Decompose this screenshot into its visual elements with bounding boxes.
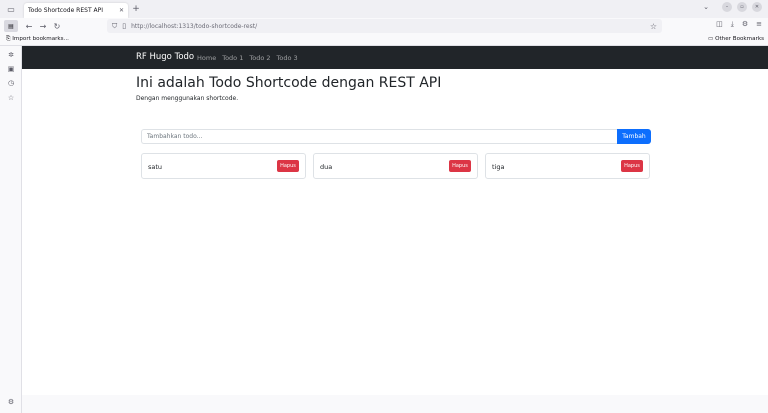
todo-input[interactable] bbox=[141, 129, 617, 144]
menu-icon[interactable]: ≡ bbox=[756, 20, 762, 29]
todo-form: Tambah bbox=[141, 129, 651, 144]
synced-tabs-icon[interactable]: ▣ bbox=[6, 65, 16, 73]
todo-card: dua Hapus bbox=[313, 153, 478, 179]
sidebar-toggle-icon[interactable]: ▤ bbox=[4, 20, 18, 32]
pocket-icon[interactable]: ◫ bbox=[716, 20, 723, 29]
nav-home[interactable]: Home bbox=[197, 54, 216, 62]
url-text[interactable]: http://localhost:1313/todo-shortcode-res… bbox=[131, 23, 650, 30]
todo-label: satu bbox=[148, 163, 163, 171]
download-icon[interactable]: ⤓ bbox=[731, 20, 734, 29]
page-icon[interactable]: ▯ bbox=[122, 22, 126, 30]
back-icon[interactable]: ← bbox=[22, 22, 36, 31]
window-controls: ⌄ – ▫ ✕ bbox=[703, 2, 762, 12]
nav-todo-2[interactable]: Todo 2 bbox=[249, 54, 270, 62]
extensions-icon[interactable]: ⚙ bbox=[742, 20, 748, 29]
browser-toolbar: ▤ ← → ↻ ⛉ ▯ http://localhost:1313/todo-s… bbox=[0, 18, 768, 34]
minimize-button[interactable]: – bbox=[722, 2, 732, 12]
tab-strip: ▭ Todo Shortcode REST API ✕ + ⌄ – ▫ ✕ bbox=[0, 0, 768, 18]
close-window-button[interactable]: ✕ bbox=[752, 2, 762, 12]
chevron-down-icon[interactable]: ⌄ bbox=[703, 3, 709, 11]
tab-title: Todo Shortcode REST API bbox=[28, 6, 104, 14]
todo-card: satu Hapus bbox=[141, 153, 306, 179]
reload-icon[interactable]: ↻ bbox=[50, 22, 64, 31]
add-todo-button[interactable]: Tambah bbox=[617, 129, 651, 144]
tab-list-icon[interactable]: ▭ bbox=[0, 0, 22, 18]
browser-sidebar: ✲ ▣ ◷ ☆ ⚙ bbox=[0, 46, 22, 413]
todo-label: tiga bbox=[492, 163, 505, 171]
browser-tab[interactable]: Todo Shortcode REST API ✕ bbox=[24, 2, 128, 18]
import-bookmarks-link[interactable]: ⎘ Import bookmarks... bbox=[6, 36, 69, 43]
status-strip bbox=[22, 395, 768, 413]
nav-todo-1[interactable]: Todo 1 bbox=[222, 54, 243, 62]
ai-chat-icon[interactable]: ✲ bbox=[6, 51, 16, 59]
nav-todo-3[interactable]: Todo 3 bbox=[277, 54, 298, 62]
delete-todo-button[interactable]: Hapus bbox=[449, 160, 471, 172]
todo-label: dua bbox=[320, 163, 333, 171]
new-tab-button[interactable]: + bbox=[128, 0, 144, 18]
site-navbar: RF Hugo Todo Home Todo 1 Todo 2 Todo 3 bbox=[22, 46, 768, 69]
delete-todo-button[interactable]: Hapus bbox=[621, 160, 643, 172]
shield-icon[interactable]: ⛉ bbox=[112, 22, 117, 31]
page-title: Ini adalah Todo Shortcode dengan REST AP… bbox=[136, 75, 442, 91]
todo-card: tiga Hapus bbox=[485, 153, 650, 179]
page-content: RF Hugo Todo Home Todo 1 Todo 2 Todo 3 I… bbox=[22, 46, 768, 395]
settings-gear-icon[interactable]: ⚙ bbox=[6, 398, 16, 406]
history-icon[interactable]: ◷ bbox=[6, 79, 16, 87]
bookmarks-icon[interactable]: ☆ bbox=[6, 94, 16, 102]
address-bar[interactable]: ⛉ ▯ http://localhost:1313/todo-shortcode… bbox=[107, 19, 662, 33]
delete-todo-button[interactable]: Hapus bbox=[277, 160, 299, 172]
close-tab-icon[interactable]: ✕ bbox=[119, 7, 124, 14]
bookmarks-bar: ⎘ Import bookmarks... ▭ Other Bookmarks bbox=[0, 34, 768, 46]
maximize-button[interactable]: ▫ bbox=[737, 2, 747, 12]
site-brand[interactable]: RF Hugo Todo bbox=[136, 52, 194, 62]
forward-icon[interactable]: → bbox=[36, 22, 50, 31]
other-bookmarks-folder[interactable]: ▭ Other Bookmarks bbox=[708, 36, 764, 42]
bookmark-star-icon[interactable]: ☆ bbox=[650, 22, 657, 31]
page-lead: Dengan menggunakan shortcode. bbox=[136, 95, 239, 102]
